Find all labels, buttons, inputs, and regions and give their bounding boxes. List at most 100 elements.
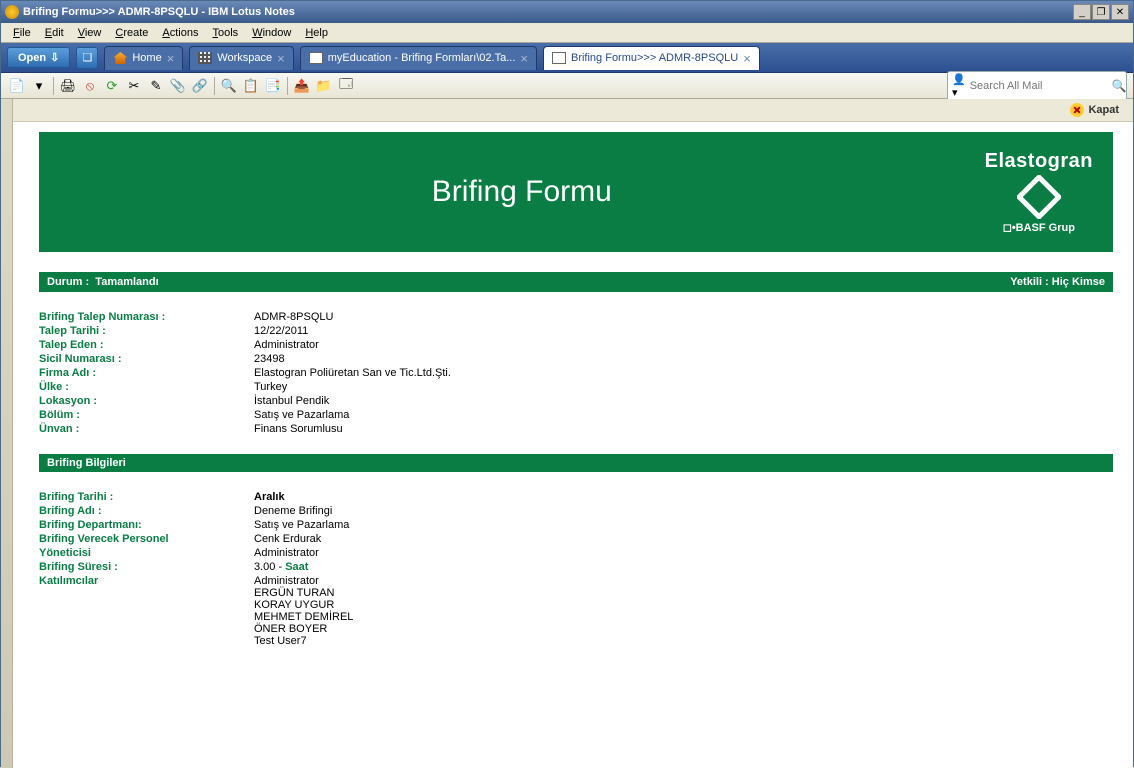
workspace-icon [198, 52, 212, 64]
participants-list: AdministratorERGÜN TURANKORAY UYGURMEHME… [254, 575, 1113, 647]
field-label: Talep Eden : [39, 339, 254, 351]
dropdown-icon[interactable]: ▾ [29, 76, 49, 96]
close-window-button[interactable]: ✕ [1111, 4, 1129, 20]
search-scope-icon[interactable]: 👤▾ [952, 73, 966, 99]
cut-icon[interactable]: ✂ [124, 76, 144, 96]
field-label: Ünvan : [39, 423, 254, 435]
app-icon [5, 5, 19, 19]
field-row: Ünvan :Finans Sorumlusu [39, 422, 1113, 436]
field-row: Firma Adı :Elastogran Poliüretan San ve … [39, 366, 1113, 380]
field-row: YöneticisiAdministrator [39, 546, 1113, 560]
brand-name: Elastogran [985, 150, 1093, 173]
stop-icon[interactable]: ⦸ [80, 76, 100, 96]
close-icon [1070, 103, 1084, 117]
menu-window[interactable]: Window [246, 25, 297, 41]
status-left: Durum : Tamamlandı [47, 276, 1010, 288]
tab-label: Brifing Formu>>> ADMR-8PSQLU [571, 52, 738, 64]
field-label: Talep Tarihi : [39, 325, 254, 337]
menu-view[interactable]: View [72, 25, 108, 41]
menu-tools[interactable]: Tools [207, 25, 245, 41]
refresh-icon[interactable]: ⟳ [102, 76, 122, 96]
field-label: Yöneticisi [39, 547, 254, 559]
close-tab-icon[interactable]: × [520, 51, 528, 66]
attach-icon[interactable]: 📎 [168, 76, 188, 96]
copy-icon[interactable]: 📑 [263, 76, 283, 96]
edit-icon[interactable]: ✎ [146, 76, 166, 96]
tab-workspace[interactable]: Workspace × [189, 46, 293, 70]
document-body: Brifing Formu Elastogran ◻•BASF Grup Dur… [13, 122, 1133, 658]
window-icon[interactable]: 🗔 [336, 76, 356, 96]
search-go-icon[interactable]: 🔍 [1112, 79, 1127, 93]
menu-help[interactable]: Help [299, 25, 334, 41]
participant-item: ERGÜN TURAN [254, 587, 1113, 599]
new-doc-icon[interactable]: 📄 [7, 76, 27, 96]
field-label: Brifing Departmanı: [39, 519, 254, 531]
properties-icon[interactable]: 📋 [241, 76, 261, 96]
search-input[interactable] [970, 80, 1112, 92]
field-value: Satış ve Pazarlama [254, 409, 1113, 421]
close-tab-icon[interactable]: × [167, 51, 175, 66]
menu-actions[interactable]: Actions [156, 25, 204, 41]
tab-home[interactable]: Home × [104, 46, 183, 70]
menu-file[interactable]: File [7, 25, 37, 41]
separator [214, 77, 215, 95]
field-row-duration: Brifing Süresi :3.00 - Saat [39, 560, 1113, 574]
open-button[interactable]: Open ⇩ [7, 47, 70, 68]
brand-block: Elastogran ◻•BASF Grup [985, 150, 1093, 234]
link-icon[interactable]: 🔗 [190, 76, 210, 96]
titlebar: Brifing Formu>>> ADMR-8PSQLU - IBM Lotus… [1, 1, 1133, 23]
field-row: Sicil Numarası :23498 [39, 352, 1113, 366]
brand-subtitle: ◻•BASF Grup [985, 221, 1093, 234]
participant-item: Test User7 [254, 635, 1113, 647]
send-icon[interactable]: 📤 [292, 76, 312, 96]
print-icon[interactable]: 🖨 [58, 76, 78, 96]
document-icon [552, 52, 566, 64]
field-row: Brifing Adı :Deneme Brifingi [39, 504, 1113, 518]
field-row: Brifing Tarihi :Aralık [39, 490, 1113, 504]
field-value: 3.00 - Saat [254, 561, 1113, 573]
left-gutter [1, 99, 13, 768]
window-controls: _ ❐ ✕ [1073, 4, 1129, 20]
dropdown-arrow-icon: ⇩ [50, 51, 59, 64]
field-label: Brifing Adı : [39, 505, 254, 517]
field-value: Deneme Brifingi [254, 505, 1113, 517]
field-value: Cenk Erdurak [254, 533, 1113, 545]
field-row: Brifing Departmanı:Satış ve Pazarlama [39, 518, 1113, 532]
minimize-button[interactable]: _ [1073, 4, 1091, 20]
field-label: Bölüm : [39, 409, 254, 421]
field-row: Talep Eden :Administrator [39, 338, 1113, 352]
search-box: 👤▾ 🔍 [947, 71, 1127, 101]
status-right: Yetkili : Hiç Kimse [1010, 276, 1105, 288]
section-header-brifing-bilgileri: Brifing Bilgileri [39, 454, 1113, 472]
field-value: 23498 [254, 353, 1113, 365]
close-tab-icon[interactable]: × [277, 51, 285, 66]
search-icon[interactable]: 🔍 [219, 76, 239, 96]
field-row: Brifing Talep Numarası :ADMR-8PSQLU [39, 310, 1113, 324]
folder-icon[interactable]: 📁 [314, 76, 334, 96]
document-scroll[interactable]: Brifing Formu Elastogran ◻•BASF Grup Dur… [13, 121, 1133, 768]
field-value: 12/22/2011 [254, 325, 1113, 337]
close-document-button[interactable]: Kapat [1070, 103, 1119, 117]
tab-myeducation[interactable]: myEducation - Brifing Formları\02.Ta... … [300, 46, 537, 70]
action-bar: Kapat [13, 99, 1133, 121]
window-switcher-button[interactable]: ❏ [76, 47, 98, 69]
menubar: File Edit View Create Actions Tools Wind… [1, 23, 1133, 43]
field-value: İstanbul Pendik [254, 395, 1113, 407]
tab-brifing-formu[interactable]: Brifing Formu>>> ADMR-8PSQLU × [543, 46, 760, 70]
app-content: Kapat Brifing Formu Elastogran ◻•BASF Gr… [1, 99, 1133, 768]
field-label: Lokasyon : [39, 395, 254, 407]
field-label: Katılımcılar [39, 575, 254, 647]
participant-item: Administrator [254, 575, 1113, 587]
field-value: Elastogran Poliüretan San ve Tic.Ltd.Şti… [254, 367, 1113, 379]
participant-item: ÖNER BOYER [254, 623, 1113, 635]
field-label: Brifing Talep Numarası : [39, 311, 254, 323]
tab-label: Home [132, 52, 161, 64]
menu-edit[interactable]: Edit [39, 25, 70, 41]
field-value: Administrator [254, 339, 1113, 351]
brand-logo-icon [1017, 175, 1061, 219]
participant-item: MEHMET DEMİREL [254, 611, 1113, 623]
close-tab-icon[interactable]: × [743, 51, 751, 66]
menu-create[interactable]: Create [109, 25, 154, 41]
restore-button[interactable]: ❐ [1092, 4, 1110, 20]
field-value: Administrator [254, 547, 1113, 559]
